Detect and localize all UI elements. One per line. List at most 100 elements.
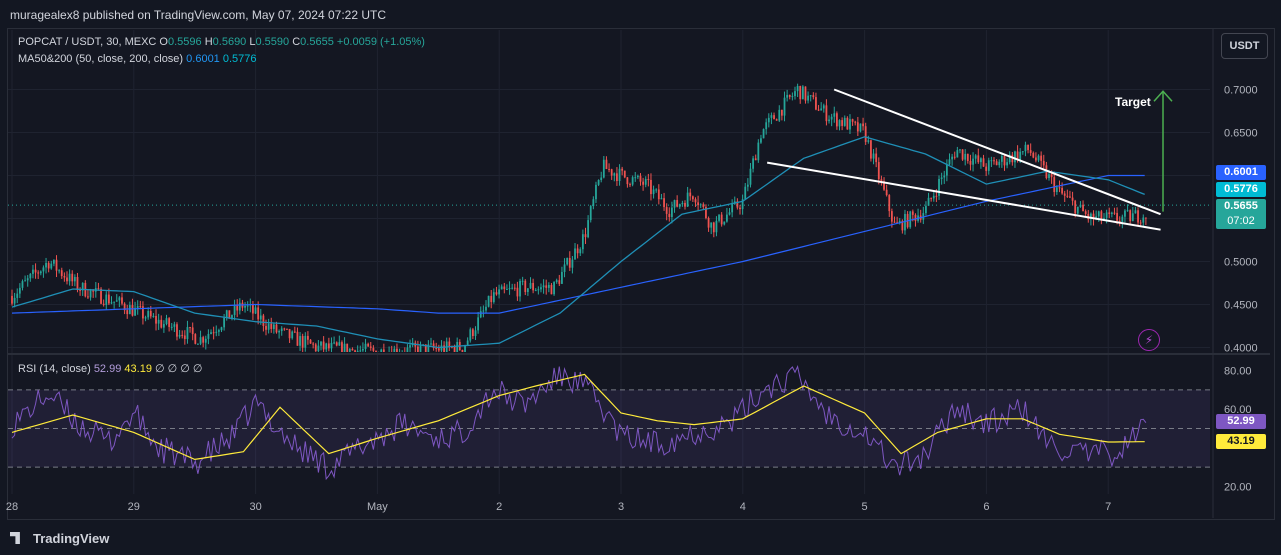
candle-body	[259, 315, 262, 320]
candle-body	[1063, 193, 1066, 196]
candle-body	[178, 334, 181, 337]
time-axis-tick: May	[367, 501, 388, 513]
candle-body	[985, 166, 988, 171]
candle-body	[162, 324, 165, 328]
candle-body	[359, 350, 362, 352]
time-axis-tick: 30	[249, 501, 261, 513]
candle-body	[338, 342, 341, 346]
candle-body	[778, 109, 781, 121]
candle-body	[207, 333, 210, 339]
candle-body	[1003, 156, 1006, 166]
candle-body	[911, 211, 914, 215]
rsi-axis-tick: 80.00	[1224, 366, 1252, 378]
candle-body	[466, 340, 469, 346]
candle-body	[600, 177, 603, 181]
footer-bar: TradingView	[0, 525, 1281, 555]
candle-body	[794, 91, 796, 97]
candle-body	[804, 86, 807, 101]
candle-body	[584, 234, 587, 238]
candle-body	[1144, 217, 1147, 219]
candle-body	[60, 270, 63, 277]
candle-body	[1032, 152, 1035, 158]
ma200-price-tag: 0.5776	[1216, 182, 1266, 197]
candle-body	[299, 336, 301, 346]
candle-body	[576, 248, 579, 254]
candle-body	[115, 300, 118, 302]
candle-body	[212, 332, 215, 334]
candle-body	[890, 211, 893, 222]
candle-body	[278, 331, 281, 333]
candle-body	[506, 289, 508, 291]
candle-body	[275, 324, 278, 333]
candle-body	[490, 295, 493, 303]
candle-body	[39, 271, 42, 274]
candle-body	[948, 159, 951, 165]
candle-body	[26, 278, 29, 281]
candle-body	[312, 343, 315, 345]
candle-body	[872, 153, 875, 159]
candle-body	[684, 202, 686, 207]
candle-body	[372, 347, 375, 351]
candle-body	[147, 311, 150, 318]
candle-body	[283, 328, 286, 330]
candle-body	[351, 348, 354, 351]
candle-body	[223, 317, 226, 328]
tradingview-logo[interactable]: TradingView	[10, 531, 109, 546]
candle-body	[943, 175, 946, 178]
candle-body	[1121, 216, 1124, 223]
candle-body	[309, 339, 312, 344]
candle-body	[744, 186, 747, 200]
candle-body	[652, 189, 655, 195]
candle-body	[953, 156, 956, 158]
candle-body	[272, 324, 275, 329]
candle-body	[783, 97, 786, 116]
candle-body	[849, 119, 851, 130]
candle-body	[715, 220, 718, 233]
candle-body	[668, 213, 671, 218]
candle-body	[1029, 150, 1032, 153]
candle-body	[561, 271, 563, 284]
brand-name: TradingView	[33, 531, 110, 546]
candle-body	[877, 162, 880, 180]
candle-body	[1069, 196, 1071, 198]
time-axis-tick: 7	[1105, 501, 1111, 513]
rsi-legend[interactable]: RSI (14, close) 52.99 43.19 ∅ ∅ ∅ ∅	[18, 362, 203, 375]
candle-body	[749, 168, 752, 185]
candle-body	[765, 122, 768, 130]
candle-body	[780, 109, 783, 116]
candle-body	[961, 149, 964, 160]
candle-body	[602, 159, 605, 178]
candle-body	[835, 113, 838, 127]
candle-body	[1000, 156, 1003, 162]
candle-body	[712, 222, 715, 233]
lightning-icon[interactable]: ⚡	[1138, 329, 1160, 351]
candle-body	[291, 331, 294, 339]
candle-body	[13, 297, 16, 304]
last-price-tag: 0.5655 07:02	[1216, 199, 1266, 229]
candle-body	[974, 155, 977, 159]
candle-body	[215, 331, 218, 333]
candle-body	[280, 328, 283, 332]
candle-body	[346, 343, 349, 352]
candle-body	[204, 338, 207, 343]
candle-body	[613, 173, 616, 176]
candles	[11, 83, 1147, 352]
low-value: 0.5590	[255, 36, 290, 48]
candle-body	[453, 346, 456, 352]
candle-body	[71, 273, 74, 282]
candle-body	[833, 113, 836, 117]
chart-canvas[interactable]: 0.70000.65000.60000.55000.50000.45000.40…	[0, 0, 1281, 555]
candle-body	[815, 97, 817, 110]
candle-body	[686, 192, 689, 207]
candle-body	[754, 158, 757, 161]
candle-body	[1105, 212, 1108, 218]
candle-body	[1006, 162, 1009, 166]
candle-body	[29, 273, 32, 279]
candle-body	[799, 85, 802, 100]
ma-legend[interactable]: MA50&200 (50, close, 200, close) 0.6001 …	[18, 53, 257, 65]
candle-body	[110, 302, 113, 304]
candle-body	[760, 138, 762, 143]
candle-body	[464, 345, 466, 352]
currency-button[interactable]: USDT	[1221, 33, 1268, 59]
candle-body	[629, 184, 631, 186]
